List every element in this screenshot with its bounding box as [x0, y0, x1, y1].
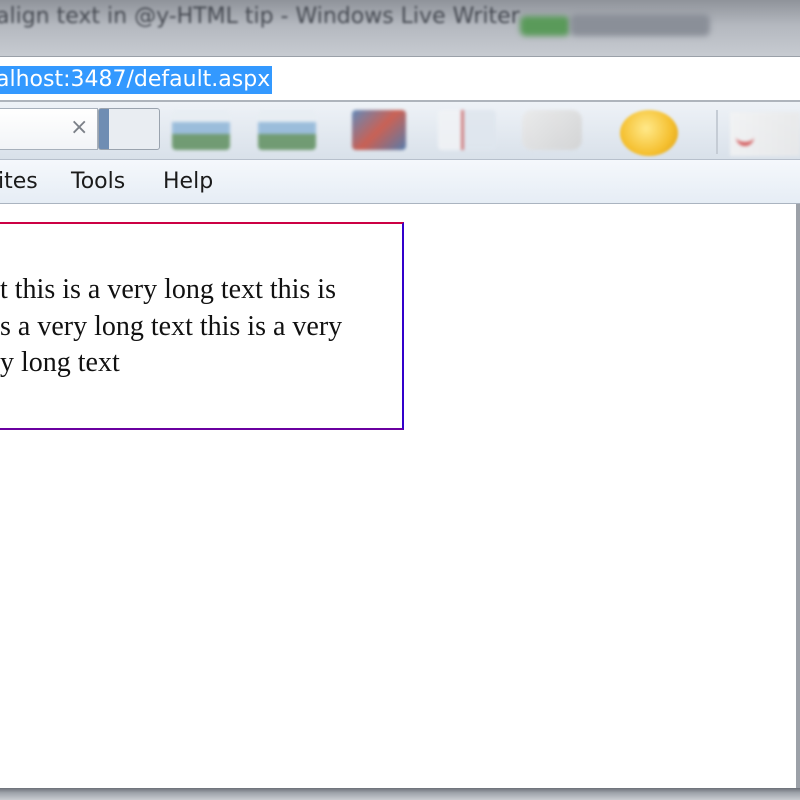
- picture-icon[interactable]: [258, 110, 316, 150]
- address-input[interactable]: alhost:3487/default.aspx: [0, 66, 273, 94]
- menu-item-tools[interactable]: Tools: [71, 168, 125, 196]
- title-bar-decoration: [520, 16, 570, 36]
- emoticon-icon[interactable]: [620, 110, 678, 156]
- menu-item-favorites[interactable]: ites: [0, 168, 38, 196]
- window-frame-edge: [796, 204, 800, 788]
- title-bar-decoration: [570, 14, 710, 36]
- search-input[interactable]: ×: [0, 108, 98, 150]
- close-icon[interactable]: ×: [70, 117, 88, 139]
- menu-item-help[interactable]: Help: [163, 168, 213, 196]
- window-title-bar: align text in @y-HTML tip - Windows Live…: [0, 0, 800, 56]
- toolbar: ×: [0, 102, 800, 160]
- tag-icon[interactable]: [522, 110, 582, 150]
- text-line: t this is a very long text this is: [0, 274, 336, 305]
- picture-icon[interactable]: [352, 110, 406, 150]
- window-frame-bottom: [0, 788, 800, 800]
- address-bar[interactable]: alhost:3487/default.aspx: [0, 56, 800, 102]
- bordered-text-box: t this is a very long text this is s a ve…: [0, 222, 404, 430]
- menu-bar: ites Tools Help: [0, 160, 800, 204]
- picture-icon[interactable]: [172, 110, 230, 150]
- box-text: t this is a very long text this is s a ve…: [0, 272, 402, 382]
- text-line: y long text: [0, 347, 120, 378]
- page-content: t this is a very long text this is s a ve…: [0, 204, 800, 788]
- toolbar-divider: [716, 110, 718, 154]
- toolbar-overflow-icon[interactable]: [730, 112, 800, 156]
- text-line: s a very long text this is a very: [0, 310, 343, 342]
- search-button[interactable]: [98, 108, 160, 150]
- window-title: align text in @y-HTML tip - Windows Live…: [0, 4, 520, 29]
- map-icon[interactable]: [438, 110, 496, 150]
